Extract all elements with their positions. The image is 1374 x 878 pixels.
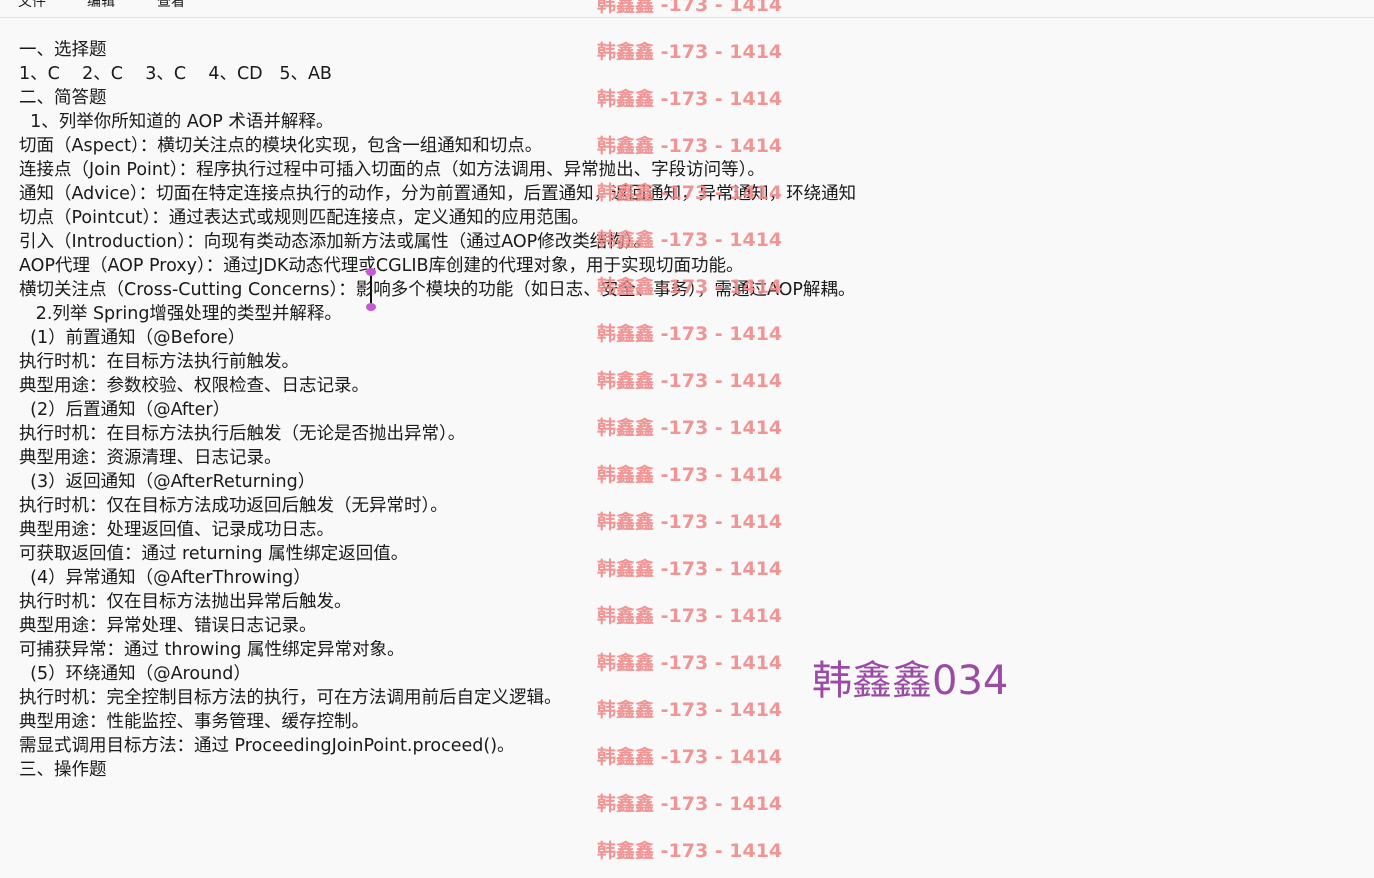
- document-line: 典型用途：性能监控、事务管理、缓存控制。: [19, 712, 369, 732]
- document-line: 1、C 2、C 3、C 4、CD 5、AB: [19, 64, 332, 84]
- selection-handle-bottom[interactable]: [366, 303, 376, 311]
- document-line: AOP代理（AOP Proxy）：通过JDK动态代理或CGLIB库创建的代理对象…: [19, 256, 744, 276]
- document-line: 横切关注点（Cross-Cutting Concerns）：影响多个模块的功能（…: [19, 280, 856, 300]
- document-line: 2.列举 Spring增强处理的类型并解释。: [19, 304, 342, 324]
- text-cursor: [370, 272, 372, 306]
- document-line: 典型用途：参数校验、权限检查、日志记录。: [19, 376, 369, 396]
- document-line: 执行时机：在目标方法执行后触发（无论是否抛出异常）。: [19, 424, 466, 444]
- document-line: 执行时机：仅在目标方法抛出异常后触发。: [19, 592, 352, 612]
- document-line: 需显式调用目标方法：通过 ProceedingJoinPoint.proceed…: [19, 736, 515, 756]
- document-line: 可捕获异常：通过 throwing 属性绑定异常对象。: [19, 640, 405, 660]
- menu-edit[interactable]: 编辑: [87, 0, 115, 11]
- selection-handle-top[interactable]: [366, 268, 376, 276]
- document-line: 二、简答题: [19, 88, 107, 108]
- document-line: 一、选择题: [19, 40, 107, 60]
- document-line: 执行时机：在目标方法执行前触发。: [19, 352, 299, 372]
- document-line: 典型用途：处理返回值、记录成功日志。: [19, 520, 334, 540]
- document-line: 执行时机：仅在目标方法成功返回后触发（无异常时）。: [19, 496, 448, 516]
- document-line: (1）前置通知（@Before）: [19, 328, 246, 348]
- document-line: 1、列举你所知道的 AOP 术语并解释。: [19, 112, 334, 132]
- watermark-large: 韩鑫鑫034: [812, 658, 1009, 704]
- document-line: 引入（Introduction）：向现有类动态添加新方法或属性（通过AOP修改类…: [19, 232, 651, 252]
- menu-bar: 文件 编辑 查看: [0, 0, 1374, 18]
- menu-view[interactable]: 查看: [157, 0, 185, 11]
- document-line: 连接点（Join Point）：程序执行过程中可插入切面的点（如方法调用、异常抛…: [19, 160, 765, 180]
- document-line: (4）异常通知（@AfterThrowing）: [19, 568, 311, 588]
- document-line: 切点（Pointcut）：通过表达式或规则匹配连接点，定义通知的应用范围。: [19, 208, 589, 228]
- document-line: 执行时机：完全控制目标方法的执行，可在方法调用前后自定义逻辑。: [19, 688, 562, 708]
- document-line: 可获取返回值：通过 returning 属性绑定返回值。: [19, 544, 409, 564]
- document-line: (5）环绕通知（@Around）: [19, 664, 251, 684]
- document-line: (3）返回通知（@AfterReturning）: [19, 472, 316, 492]
- document-line: 典型用途：异常处理、错误日志记录。: [19, 616, 317, 636]
- document-line: 典型用途：资源清理、日志记录。: [19, 448, 282, 468]
- document-line: 切面（Aspect）：横切关注点的模块化实现，包含一组通知和切点。: [19, 136, 543, 156]
- document-line: 通知（Advice）：切面在特定连接点执行的动作，分为前置通知，后置通知，返回通…: [19, 184, 857, 204]
- menu-file[interactable]: 文件: [18, 0, 46, 11]
- document-line: 三、操作题: [19, 760, 107, 780]
- document-line: (2）后置通知（@After）: [19, 400, 231, 420]
